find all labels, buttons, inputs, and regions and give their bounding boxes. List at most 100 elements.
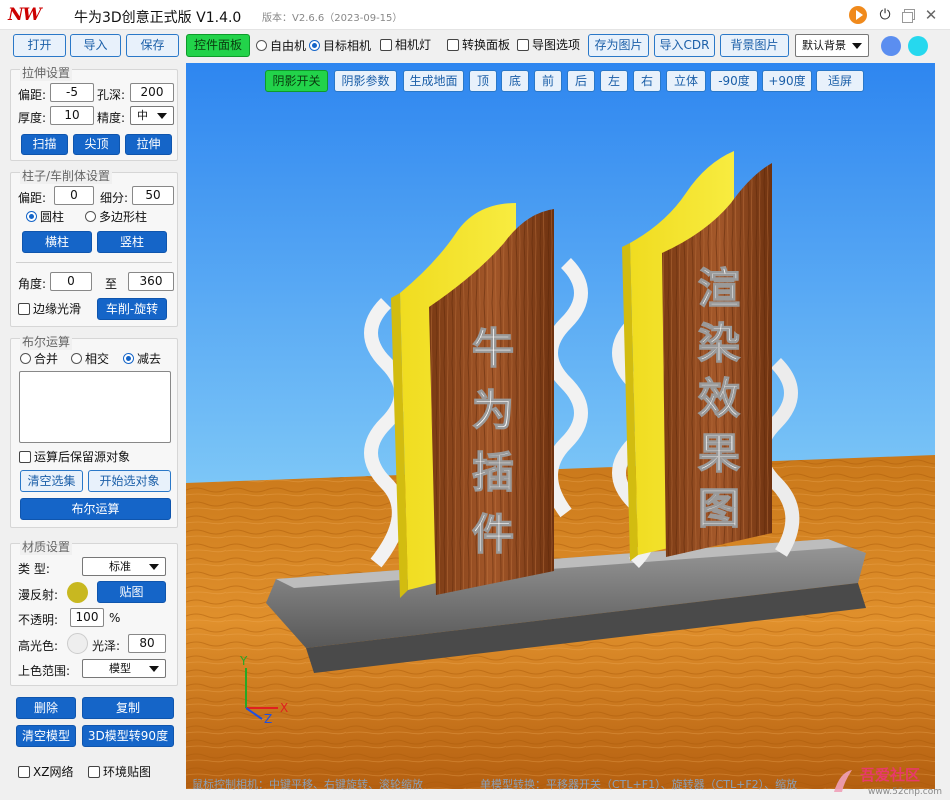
- power-icon[interactable]: ⏻: [876, 6, 894, 24]
- hole-depth-label: 孔深:: [97, 88, 126, 102]
- rotate-minus90-button[interactable]: -90度: [710, 70, 758, 92]
- precision-select[interactable]: 中: [130, 106, 174, 125]
- opacity-input[interactable]: 100: [70, 608, 104, 627]
- background-select[interactable]: 默认背景: [795, 34, 869, 57]
- radio-icon: [71, 353, 82, 364]
- camera-light-checkbox[interactable]: 相机灯: [380, 38, 431, 52]
- view-right-button[interactable]: 右: [633, 70, 661, 92]
- watermark-logo: 吾爱社区 www.52cnp.com: [830, 762, 948, 798]
- range-select[interactable]: 模型: [82, 659, 166, 678]
- cylinder-radio[interactable]: 圆柱: [26, 210, 64, 224]
- shadow-params-button[interactable]: 阴影参数: [334, 70, 397, 92]
- open-button[interactable]: 打开: [13, 34, 66, 57]
- thickness-label: 厚度:: [18, 111, 47, 125]
- type-label: 类 型:: [18, 562, 50, 576]
- color-swatch-blue[interactable]: [881, 36, 901, 56]
- diffuse-color-swatch[interactable]: [67, 582, 88, 603]
- free-camera-radio[interactable]: 自由机: [256, 39, 306, 53]
- import-options-checkbox[interactable]: 导图选项: [517, 38, 580, 52]
- rotate-plus90-button[interactable]: +90度: [762, 70, 812, 92]
- hole-depth-input[interactable]: 200: [130, 83, 174, 102]
- background-image-button[interactable]: 背景图片: [720, 34, 789, 57]
- angle-label: 角度:: [18, 277, 47, 291]
- clear-selection-button[interactable]: 清空选集: [20, 470, 83, 492]
- texture-button[interactable]: 贴图: [97, 581, 166, 603]
- clear-model-button[interactable]: 清空模型: [16, 725, 76, 747]
- save-button[interactable]: 保存: [126, 34, 179, 57]
- checkbox-icon: [19, 451, 31, 463]
- env-map-checkbox[interactable]: 环境贴图: [88, 765, 151, 779]
- extrude-button[interactable]: 拉伸: [125, 134, 172, 155]
- play-icon[interactable]: [849, 6, 867, 24]
- sign-right-char: 染: [698, 319, 740, 368]
- boolean-object-list[interactable]: [19, 371, 171, 443]
- sign-left-char: 插: [472, 448, 514, 497]
- material-title: 材质设置: [20, 538, 73, 555]
- scan-button[interactable]: 扫描: [21, 134, 68, 155]
- close-icon[interactable]: ✕: [922, 6, 940, 24]
- view-left-button[interactable]: 左: [600, 70, 628, 92]
- radio-selected-icon: [309, 40, 320, 51]
- save-image-button[interactable]: 存为图片: [588, 34, 649, 57]
- convert-panel-checkbox[interactable]: 转换面板: [447, 38, 510, 52]
- watermark-url: www.52cnp.com: [868, 787, 942, 797]
- keep-source-checkbox[interactable]: 运算后保留源对象: [19, 450, 130, 464]
- tip-button[interactable]: 尖顶: [73, 134, 120, 155]
- type-select[interactable]: 标准: [82, 557, 166, 576]
- copy-button[interactable]: 复制: [82, 697, 174, 719]
- polygon-radio[interactable]: 多边形柱: [85, 210, 147, 224]
- sign-left-char: 件: [472, 510, 514, 559]
- view-iso-button[interactable]: 立体: [666, 70, 706, 92]
- subtract-radio[interactable]: 减去: [123, 352, 161, 366]
- generate-ground-button[interactable]: 生成地面: [403, 70, 464, 92]
- pillar-offset-label: 偏距:: [18, 191, 47, 205]
- rotate90-button[interactable]: 3D模型转90度: [82, 725, 174, 747]
- color-swatch-cyan[interactable]: [908, 36, 928, 56]
- specular-color-swatch[interactable]: [67, 633, 88, 654]
- view-front-button[interactable]: 前: [534, 70, 562, 92]
- view-back-button[interactable]: 后: [567, 70, 595, 92]
- view-top-button[interactable]: 顶: [469, 70, 497, 92]
- offset-input[interactable]: -5: [50, 83, 94, 102]
- horizontal-pillar-button[interactable]: 横柱: [22, 231, 92, 253]
- union-radio[interactable]: 合并: [20, 352, 58, 366]
- vertical-pillar-button[interactable]: 竖柱: [97, 231, 167, 253]
- radio-selected-icon: [123, 353, 134, 364]
- intersect-radio[interactable]: 相交: [71, 352, 109, 366]
- view-bottom-button[interactable]: 底: [501, 70, 529, 92]
- sign-left-char: 为: [472, 386, 514, 435]
- control-panel-button[interactable]: 控件面板: [186, 34, 250, 57]
- restore-icon[interactable]: [899, 6, 917, 24]
- subdiv-input[interactable]: 50: [132, 186, 174, 205]
- fit-screen-button[interactable]: 适屏: [816, 70, 864, 92]
- xz-grid-checkbox[interactable]: XZ网络: [18, 765, 73, 779]
- checkbox-icon: [517, 39, 529, 51]
- watermark-name: 吾爱社区: [860, 766, 920, 784]
- sign-left-char: 牛: [472, 324, 514, 373]
- import-button[interactable]: 导入: [70, 34, 121, 57]
- opacity-label: 不透明:: [18, 613, 59, 627]
- 3d-viewport[interactable]: 牛 为 插 件 渲 染 效 果 图 Y X Z: [186, 63, 935, 789]
- angle-to-input[interactable]: 360: [128, 272, 174, 291]
- app-title: 牛为3D创意正式版 V1.4.0: [74, 10, 242, 26]
- extrude-title: 拉伸设置: [20, 64, 73, 81]
- angle-from-input[interactable]: 0: [50, 272, 92, 291]
- lathe-button[interactable]: 车削-旋转: [97, 298, 167, 320]
- start-select-button[interactable]: 开始选对象: [88, 470, 171, 492]
- target-camera-radio[interactable]: 目标相机: [309, 39, 371, 53]
- delete-button[interactable]: 删除: [16, 697, 76, 719]
- sign-right-char: 果: [698, 429, 740, 478]
- angle-to-label: 至: [105, 277, 118, 291]
- version-label: 版本：V2.6.6（2023-09-15）: [262, 13, 403, 24]
- import-cdr-button[interactable]: 导入CDR: [654, 34, 715, 57]
- divider: [16, 262, 172, 263]
- boolean-run-button[interactable]: 布尔运算: [20, 498, 171, 520]
- checkbox-icon: [447, 39, 459, 51]
- pillar-offset-input[interactable]: 0: [54, 186, 94, 205]
- shadow-toggle-button[interactable]: 阴影开关: [265, 70, 328, 92]
- thickness-input[interactable]: 10: [50, 106, 94, 125]
- status-camera-hint: 鼠标控制相机：中键平移、右键旋转、滚轮缩放: [192, 778, 423, 791]
- range-label: 上色范围:: [18, 664, 71, 678]
- edge-smooth-checkbox[interactable]: 边缘光滑: [18, 302, 81, 316]
- gloss-input[interactable]: 80: [128, 634, 166, 653]
